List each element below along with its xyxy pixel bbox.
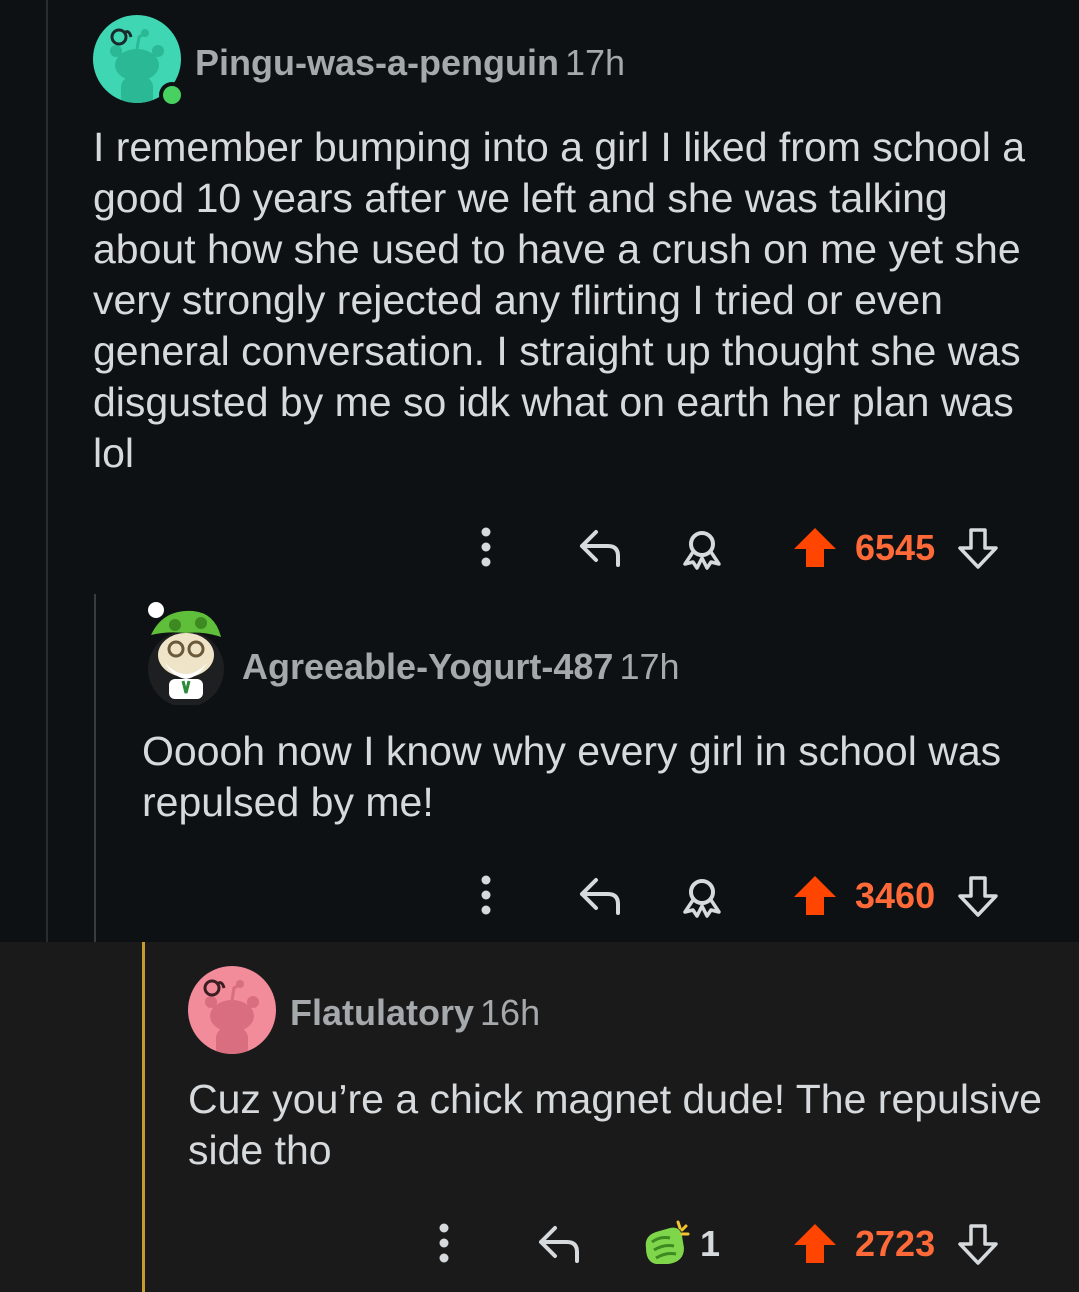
comment-meta: Pingu-was-a-penguin 17h	[195, 42, 625, 84]
reply-icon[interactable]	[578, 876, 624, 916]
comment-agreeable-yogurt: Agreeable-Yogurt-487 17h Ooooh now I know…	[0, 592, 1079, 942]
downvote-icon[interactable]	[956, 1223, 1000, 1265]
timestamp: 17h	[619, 646, 680, 687]
vote-score: 3460	[855, 875, 936, 916]
avatar[interactable]	[188, 966, 276, 1054]
reply-icon[interactable]	[537, 1224, 583, 1264]
timestamp: 16h	[480, 992, 541, 1033]
downvote-icon[interactable]	[956, 527, 1000, 569]
comment-flatulatory: Flatulatory 16h Cuz you’re a chick magnet…	[0, 942, 1079, 1292]
vote-score: 2723	[855, 1223, 936, 1264]
online-status-icon	[159, 82, 185, 108]
more-options-icon[interactable]	[472, 875, 500, 915]
comment-body: Cuz you’re a chick magnet dude! The repu…	[188, 1076, 1042, 1173]
upvote-icon[interactable]	[793, 527, 837, 569]
more-options-icon[interactable]	[430, 1223, 458, 1263]
comment-body: Ooooh now I know why every girl in schoo…	[142, 728, 1002, 825]
award-count: 1	[700, 1223, 721, 1264]
snoo-avatar-icon	[203, 979, 259, 1054]
reply-icon[interactable]	[578, 528, 624, 568]
username[interactable]: Flatulatory	[290, 992, 474, 1033]
downvote-icon[interactable]	[956, 875, 1000, 917]
upvote-icon[interactable]	[793, 1223, 837, 1265]
custom-snoo-avatar-icon	[148, 602, 224, 707]
award-icon[interactable]	[680, 528, 724, 570]
comment-meta: Flatulatory 16h	[290, 992, 540, 1034]
highlighted-thread-line[interactable]	[142, 942, 145, 1292]
comment-body: I remember bumping into a girl I liked f…	[93, 124, 1026, 476]
username[interactable]: Agreeable-Yogurt-487	[242, 646, 613, 687]
comment-pingu: Pingu-was-a-penguin 17h I remember bumpin…	[0, 0, 1079, 592]
username[interactable]: Pingu-was-a-penguin	[195, 42, 559, 83]
clapping-award-icon[interactable]	[640, 1218, 692, 1268]
vote-score: 6545	[855, 527, 936, 568]
award-icon[interactable]	[680, 876, 724, 918]
more-options-icon[interactable]	[472, 527, 500, 567]
avatar[interactable]	[143, 597, 228, 707]
upvote-icon[interactable]	[793, 875, 837, 917]
timestamp: 17h	[565, 42, 626, 83]
comment-meta: Agreeable-Yogurt-487 17h	[242, 646, 680, 688]
